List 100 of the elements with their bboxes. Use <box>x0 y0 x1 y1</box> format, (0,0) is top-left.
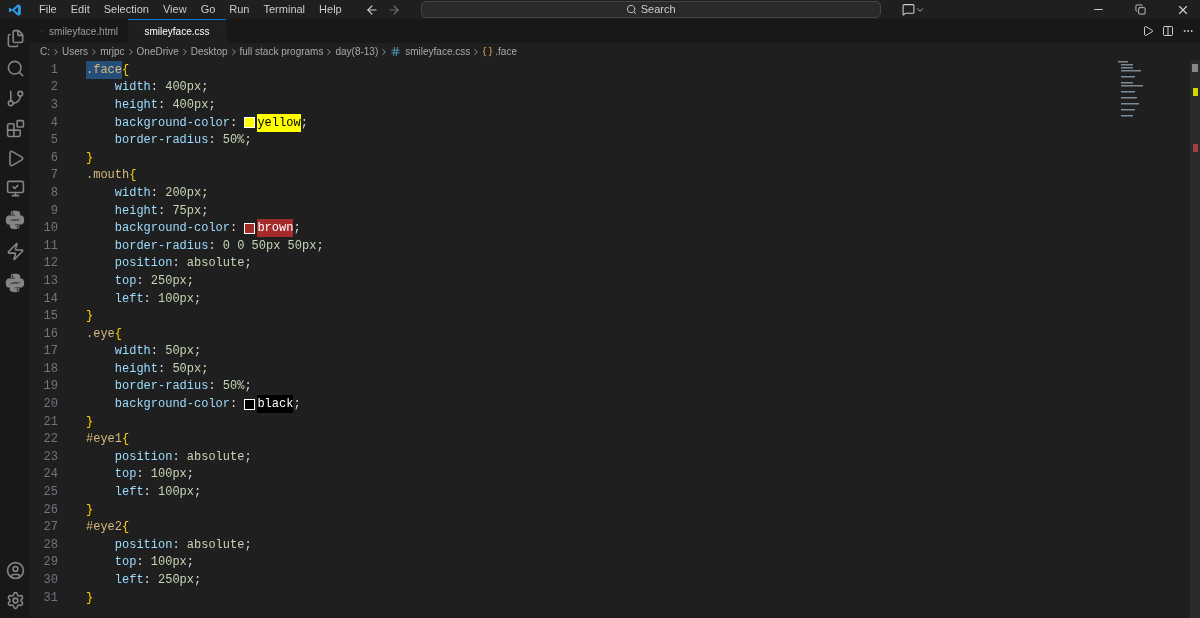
css-selector: #eye1 <box>86 431 122 449</box>
app-logo <box>8 2 22 17</box>
chat-icon[interactable] <box>901 3 915 16</box>
files-icon[interactable] <box>5 29 25 48</box>
monitor-icon[interactable] <box>5 179 25 198</box>
css-property: top <box>114 272 137 290</box>
css-property: position <box>114 255 173 273</box>
css-selector: .mouth <box>86 167 130 185</box>
branch-icon[interactable] <box>5 89 25 108</box>
chevron-icon <box>51 46 61 57</box>
semicolon: ; <box>316 237 324 255</box>
line-number: 27 <box>42 519 59 537</box>
colon: : <box>172 255 180 273</box>
tab-label: smileyface.css <box>144 25 210 39</box>
css-value: 50% <box>222 378 245 396</box>
menu-item[interactable]: View <box>155 1 194 18</box>
semicolon: ; <box>201 184 209 202</box>
search-field[interactable]: Search <box>420 1 881 18</box>
css-value: 75px <box>172 202 202 220</box>
colon: : <box>158 202 166 220</box>
restore-icon[interactable] <box>1135 4 1146 15</box>
semicolon: ; <box>194 572 202 589</box>
lightning-icon[interactable] <box>5 242 25 261</box>
menu-item[interactable]: Help <box>312 1 349 18</box>
menu-item[interactable]: Terminal <box>256 1 313 18</box>
extensions-icon[interactable] <box>5 119 25 138</box>
css-value: 0 0 50px 50px <box>222 237 317 255</box>
css-value: 100px <box>158 484 194 502</box>
semicolon: ; <box>194 343 202 361</box>
css-property: background-color <box>114 220 230 238</box>
line-number: 24 <box>42 466 59 484</box>
account-icon[interactable] <box>5 561 25 580</box>
css-value: absolute <box>186 536 245 554</box>
search-icon[interactable] <box>5 59 25 78</box>
css-value: absolute <box>186 255 245 273</box>
search-icon <box>625 4 637 15</box>
breadcrumb[interactable]: day(8-13) <box>335 44 379 59</box>
css-property: background-color <box>114 396 230 414</box>
css-property: top <box>114 466 137 484</box>
split-editor-icon[interactable] <box>1162 25 1174 37</box>
css-property: width <box>114 184 151 202</box>
line-number: 30 <box>42 572 59 589</box>
breadcrumb[interactable]: Desktop <box>190 44 228 59</box>
semicolon: ; <box>201 202 209 220</box>
semicolon: ; <box>194 484 202 502</box>
python-icon[interactable] <box>4 272 26 294</box>
semicolon: ; <box>293 396 301 414</box>
hash-icon <box>390 46 402 57</box>
css-value: 400px <box>172 97 209 114</box>
menu-item[interactable]: Selection <box>96 1 156 18</box>
css-value: 50% <box>222 132 245 150</box>
menu-item[interactable]: Run <box>222 1 257 18</box>
line-number: 15 <box>42 308 59 326</box>
css-value: 50px <box>172 360 202 378</box>
back-arrow-icon[interactable] <box>364 2 379 17</box>
semicolon: ; <box>244 448 252 466</box>
colon: : <box>230 114 238 132</box>
css-value: 250px <box>158 572 194 589</box>
colon: : <box>150 184 158 202</box>
menu-item[interactable]: Edit <box>63 1 97 18</box>
css-value: 400px <box>165 79 202 97</box>
line-number: 20 <box>42 396 59 414</box>
python-icon[interactable] <box>4 209 26 231</box>
line-number: 16 <box>42 325 59 343</box>
css-property: border-radius <box>114 378 209 396</box>
semicolon: ; <box>300 114 308 132</box>
line-number: 21 <box>42 413 59 431</box>
run-icon[interactable] <box>1142 25 1154 37</box>
forward-arrow-icon[interactable] <box>386 2 401 17</box>
css-property: border-radius <box>114 237 209 255</box>
colon: : <box>208 132 216 150</box>
brace: } <box>86 413 94 431</box>
css-value: 50px <box>165 343 194 361</box>
line-number: 13 <box>42 272 59 290</box>
css-value: yellow <box>257 113 301 132</box>
breadcrumb[interactable]: full stack programs <box>239 44 324 59</box>
css-property: width <box>114 343 151 361</box>
colon: : <box>150 79 158 97</box>
breadcrumb[interactable]: .face <box>495 44 517 59</box>
brace: { <box>122 61 130 79</box>
css-value: 200px <box>165 184 202 202</box>
settings-icon[interactable] <box>5 591 25 610</box>
menu-item[interactable]: Go <box>193 1 223 18</box>
breadcrumb[interactable]: C: <box>40 44 50 59</box>
brace: { <box>129 167 137 185</box>
breadcrumb[interactable]: smileyface.css <box>405 44 471 59</box>
css-value: black <box>257 395 294 414</box>
line-number: 31 <box>42 589 59 607</box>
line-number: 22 <box>42 431 59 449</box>
line-number: 10 <box>42 220 59 238</box>
css-property: width <box>114 79 151 97</box>
editor-tab[interactable]: smileyface.css <box>128 19 226 43</box>
line-number: 3 <box>49 97 59 114</box>
colon: : <box>136 554 144 572</box>
menu-item[interactable]: File <box>32 1 64 18</box>
breadcrumb[interactable]: mrjpc <box>100 44 125 59</box>
colon: : <box>230 396 238 414</box>
breadcrumb[interactable]: OneDrive <box>136 44 179 59</box>
brace: { <box>122 519 130 537</box>
breadcrumb[interactable]: Users <box>62 44 89 59</box>
